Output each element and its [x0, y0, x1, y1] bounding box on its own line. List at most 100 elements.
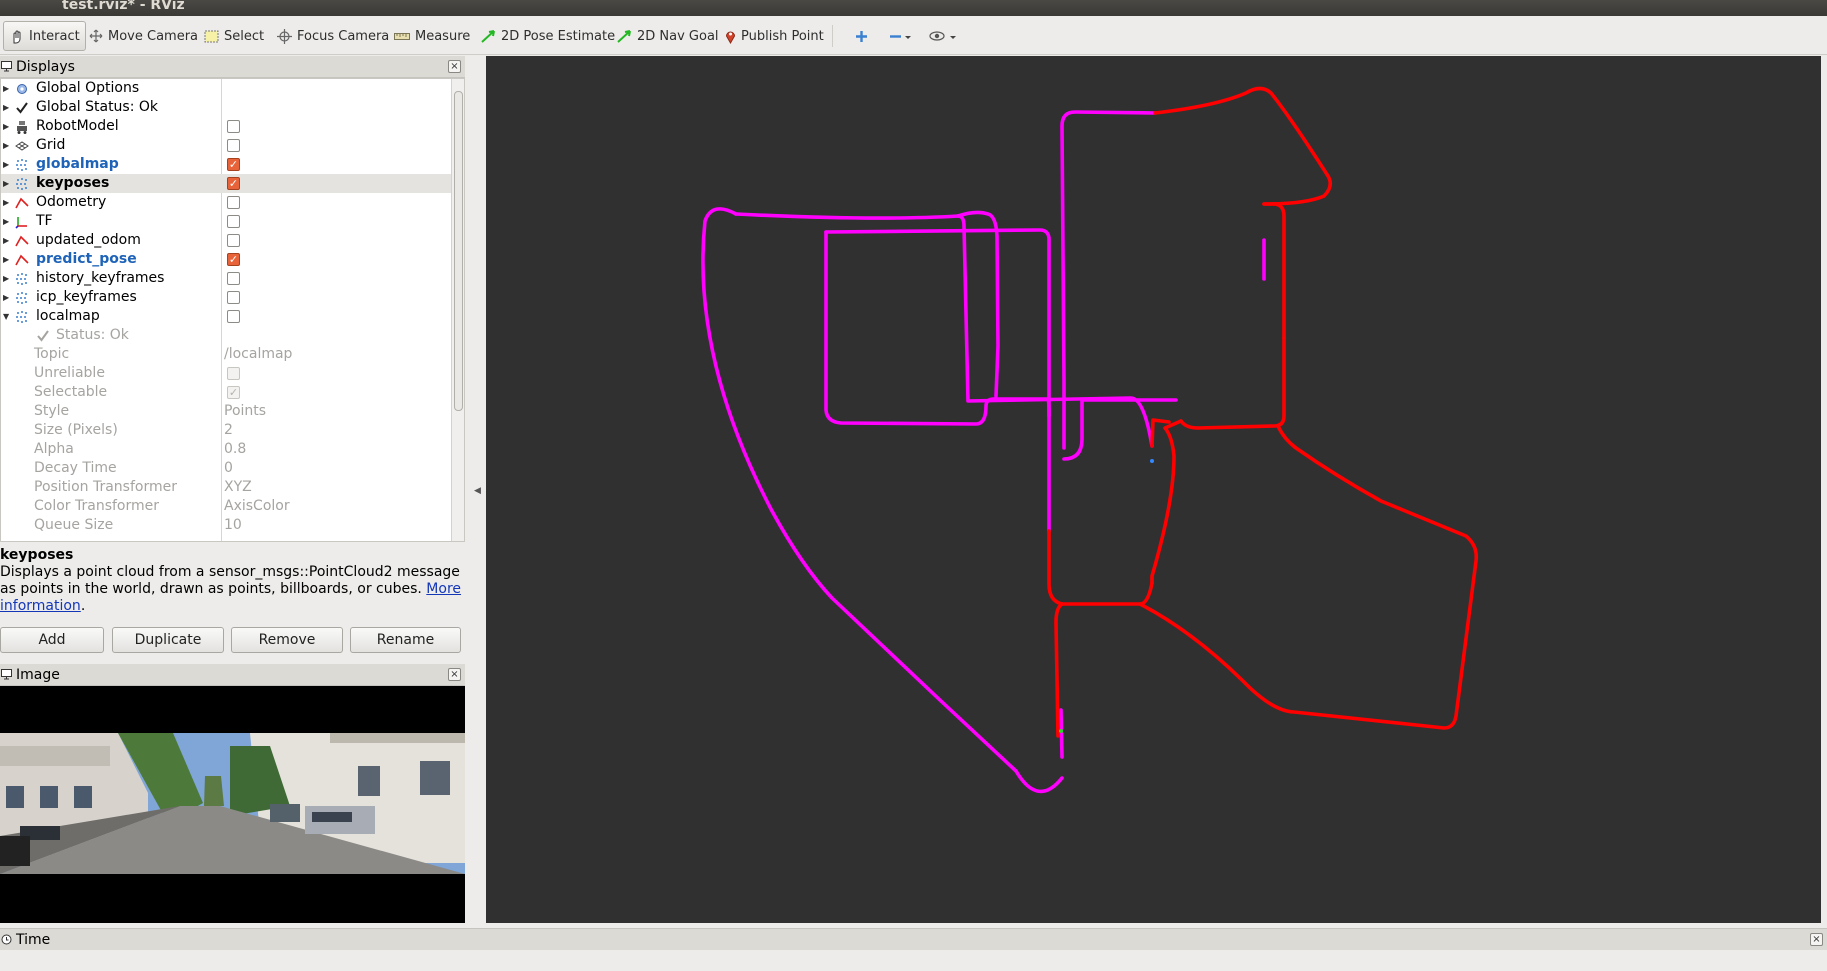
add-button[interactable]: Add [0, 627, 104, 653]
prop-label: Size (Pixels) [34, 422, 118, 438]
enable-checkbox[interactable] [227, 215, 240, 228]
prop-value[interactable]: 0.8 [224, 440, 246, 459]
enable-checkbox[interactable]: ✓ [227, 253, 240, 266]
expand-arrow-icon[interactable]: ▶ [3, 117, 9, 136]
enable-checkbox[interactable]: ✓ [227, 177, 240, 190]
tree-row-global-options[interactable]: ▶ Global Options [1, 79, 451, 98]
display-description: keyposes Displays a point cloud from a s… [0, 547, 465, 623]
hand-pointer-icon [13, 30, 21, 43]
measure-tool-label: Measure [415, 28, 471, 44]
tree-row-global-status[interactable]: ▶ Global Status: Ok [1, 98, 451, 117]
prop-row-unreliable[interactable]: Unreliable [1, 364, 451, 383]
expand-arrow-icon[interactable]: ▶ [3, 193, 9, 212]
focus-camera-icon [277, 28, 292, 44]
prop-value[interactable]: Points [224, 402, 266, 421]
tree-row-label: Global Options [36, 80, 140, 96]
pose-estimate-tool-label: 2D Pose Estimate [501, 28, 616, 44]
tree-row-tf[interactable]: ▶ TF [1, 212, 451, 231]
prop-label: Queue Size [34, 517, 114, 533]
tree-row-keyposes[interactable]: ▶ keyposes ✓ [1, 174, 451, 193]
enable-checkbox[interactable] [227, 196, 240, 209]
displays-tree: ▶ Global Options ▶ Global Status: Ok ▶ R… [0, 78, 465, 542]
expand-arrow-icon[interactable]: ▶ [3, 288, 9, 307]
description-title: keyposes [0, 547, 74, 563]
prop-value[interactable]: AxisColor [224, 497, 290, 516]
collapse-arrow-icon[interactable]: ▼ [3, 307, 9, 326]
tree-row-odometry[interactable]: ▶ Odometry [1, 193, 451, 212]
tree-row-globalmap[interactable]: ▶ globalmap ✓ [1, 155, 451, 174]
prop-row-color-transformer[interactable]: Color Transformer AxisColor [1, 497, 451, 516]
select-tool-button[interactable]: Select [199, 21, 269, 51]
prop-value[interactable]: 2 [224, 421, 233, 440]
prop-row-queue-size[interactable]: Queue Size 10 [1, 516, 451, 535]
prop-value[interactable]: /localmap [224, 345, 292, 364]
prop-row-style[interactable]: Style Points [1, 402, 451, 421]
prop-row-selectable[interactable]: Selectable ✓ [1, 383, 451, 402]
pointcloud-icon [16, 159, 27, 171]
enable-checkbox[interactable] [227, 120, 240, 133]
focus-camera-tool-button[interactable]: Focus Camera [272, 21, 394, 51]
pose-estimate-tool-button[interactable]: 2D Pose Estimate [476, 21, 620, 51]
close-icon[interactable]: × [1810, 933, 1823, 946]
enable-checkbox[interactable] [227, 291, 240, 304]
expand-arrow-icon[interactable]: ▶ [3, 136, 9, 155]
duplicate-button[interactable]: Duplicate [112, 627, 224, 653]
rename-button[interactable]: Rename [350, 627, 461, 653]
remove-tool-button[interactable] [884, 21, 918, 51]
panel-splitter-handle[interactable]: ◀ [474, 486, 481, 496]
prop-row-size[interactable]: Size (Pixels) 2 [1, 421, 451, 440]
tree-row-grid[interactable]: ▶ Grid [1, 136, 451, 155]
pointcloud-icon [16, 292, 27, 304]
tree-row-label: Odometry [36, 194, 107, 210]
interact-tool-button[interactable]: Interact [3, 21, 86, 51]
tree-row-predict-pose[interactable]: ▶ predict_pose ✓ [1, 250, 451, 269]
tree-row-localmap[interactable]: ▼ localmap [1, 307, 451, 326]
tree-row-robotmodel[interactable]: ▶ RobotModel [1, 117, 451, 136]
more-information-link-cont[interactable]: information [0, 598, 81, 614]
tree-row-label: Grid [36, 137, 66, 153]
enable-checkbox[interactable] [227, 272, 240, 285]
prop-value[interactable]: XYZ [224, 478, 252, 497]
expand-arrow-icon[interactable]: ▶ [3, 212, 9, 231]
expand-arrow-icon[interactable]: ▶ [3, 231, 9, 250]
checkmark-icon [16, 102, 28, 114]
move-camera-tool-button[interactable]: Move Camera [84, 21, 203, 51]
more-information-link[interactable]: More [426, 581, 461, 597]
prop-row-status[interactable]: Status: Ok [1, 326, 451, 345]
enable-checkbox[interactable]: ✓ [227, 158, 240, 171]
tree-scrollbar[interactable] [451, 79, 464, 541]
expand-arrow-icon[interactable]: ▶ [3, 174, 9, 193]
view-options-button[interactable] [924, 21, 964, 51]
prop-row-decay-time[interactable]: Decay Time 0 [1, 459, 451, 478]
camera-image-view [0, 686, 465, 923]
add-tool-button[interactable] [850, 21, 873, 51]
expand-arrow-icon[interactable]: ▶ [3, 155, 9, 174]
publish-point-tool-button[interactable]: Publish Point [720, 21, 829, 51]
tree-row-icp-keyframes[interactable]: ▶ icp_keyframes [1, 288, 451, 307]
render-3d-viewport[interactable] [486, 56, 1821, 923]
prop-value[interactable]: 0 [224, 459, 233, 478]
prop-value[interactable]: 10 [224, 516, 242, 535]
prop-row-position-transformer[interactable]: Position Transformer XYZ [1, 478, 451, 497]
tree-row-history-keyframes[interactable]: ▶ history_keyframes [1, 269, 451, 288]
expand-arrow-icon[interactable]: ▶ [3, 79, 9, 98]
expand-arrow-icon[interactable]: ▶ [3, 269, 9, 288]
close-icon[interactable]: × [448, 60, 461, 73]
expand-arrow-icon[interactable]: ▶ [3, 250, 9, 269]
trajectory-marker [1059, 729, 1063, 733]
remove-button[interactable]: Remove [231, 627, 343, 653]
tree-row-updated-odom[interactable]: ▶ updated_odom [1, 231, 451, 250]
expand-arrow-icon[interactable]: ▶ [3, 98, 9, 117]
measure-tool-button[interactable]: Measure [389, 21, 475, 51]
selectable-checkbox[interactable]: ✓ [227, 386, 240, 399]
nav-goal-tool-button[interactable]: 2D Nav Goal [612, 21, 724, 51]
unreliable-checkbox[interactable] [227, 367, 240, 380]
enable-checkbox[interactable] [227, 310, 240, 323]
scrollbar-thumb[interactable] [454, 91, 463, 411]
prop-row-alpha[interactable]: Alpha 0.8 [1, 440, 451, 459]
enable-checkbox[interactable] [227, 139, 240, 152]
monitor-icon [1, 669, 12, 680]
close-icon[interactable]: × [448, 668, 461, 681]
prop-row-topic[interactable]: Topic /localmap [1, 345, 451, 364]
enable-checkbox[interactable] [227, 234, 240, 247]
